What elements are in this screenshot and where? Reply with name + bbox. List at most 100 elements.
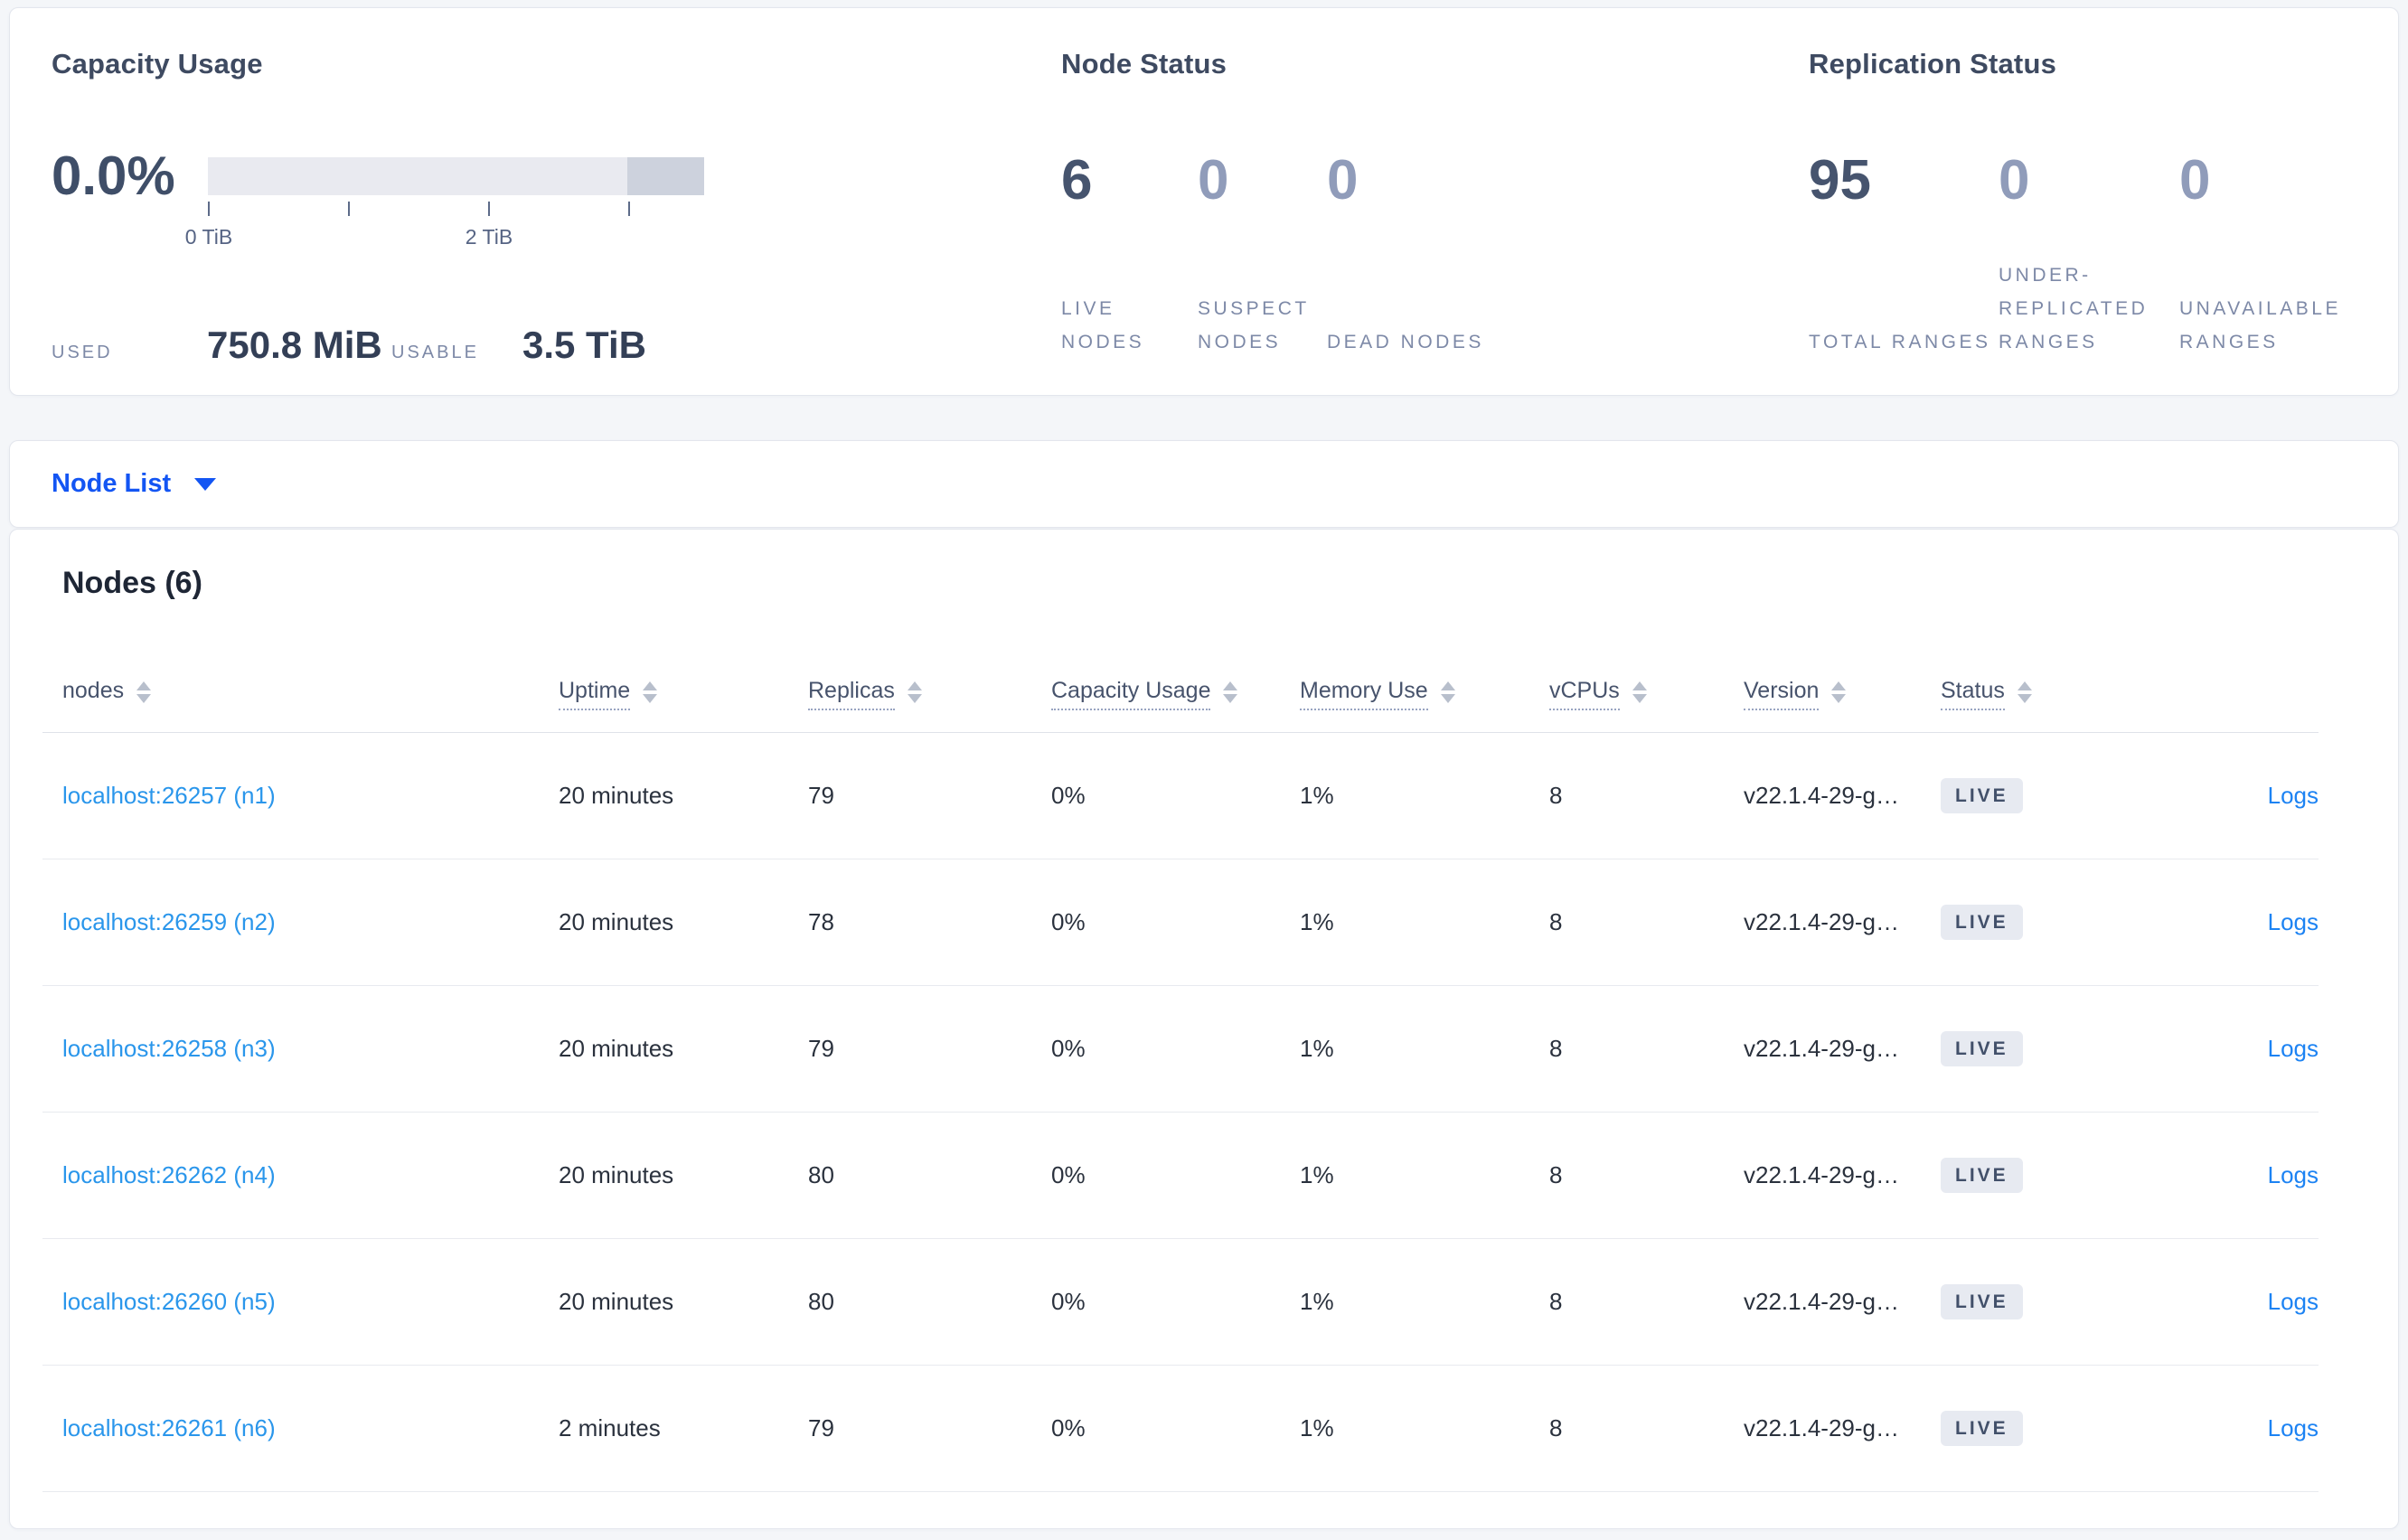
column-header-label: vCPUs bbox=[1549, 678, 1620, 710]
stat-value: 0 bbox=[1999, 149, 2030, 211]
capacity-percent: 0.0% bbox=[52, 146, 175, 206]
column-header-memory[interactable]: Memory Use bbox=[1300, 678, 1549, 710]
status-badge: LIVE bbox=[1941, 1411, 2023, 1446]
replication-status-title: Replication Status bbox=[1809, 48, 2057, 80]
column-header-label: nodes bbox=[62, 678, 125, 703]
column-header-label: Capacity Usage bbox=[1051, 678, 1211, 710]
memory-cell: 1% bbox=[1300, 782, 1334, 809]
node-link[interactable]: localhost:26260 (n5) bbox=[62, 1288, 559, 1316]
node-status-title: Node Status bbox=[1061, 48, 1228, 80]
uptime-cell: 20 minutes bbox=[559, 782, 674, 809]
capacity-bar-track bbox=[208, 157, 704, 195]
stat-column: 0 DEAD NODES bbox=[1327, 115, 1508, 359]
replicas-cell: 78 bbox=[808, 908, 834, 935]
node-link[interactable]: localhost:26259 (n2) bbox=[62, 908, 559, 936]
status-cell: LIVE bbox=[1941, 1284, 2116, 1319]
stat-label: TOTAL RANGES bbox=[1809, 332, 1991, 352]
status-badge: LIVE bbox=[1941, 1031, 2023, 1066]
capacity-tick bbox=[348, 202, 350, 216]
sort-icon bbox=[136, 681, 152, 703]
node-status-section: Node Status 6 LIVE NODES 0 SUSPECT NODES 0 DE… bbox=[1061, 8, 1495, 395]
column-header-capacity[interactable]: Capacity Usage bbox=[1051, 678, 1300, 710]
used-label: USED bbox=[52, 343, 113, 362]
status-badge: LIVE bbox=[1941, 778, 2023, 813]
nodes-panel: Nodes (6) nodes Uptime Replicas Capacity Us… bbox=[9, 529, 2399, 1529]
replicas-cell: 79 bbox=[808, 782, 834, 809]
table-body: localhost:26257 (n1) 20 minutes 79 0% 1% 8 v22… bbox=[42, 733, 2319, 1492]
version-cell: v22.1.4-29-g… bbox=[1744, 1035, 1899, 1062]
logs-cell: Logs bbox=[2116, 1288, 2319, 1316]
vcpus-cell: 8 bbox=[1549, 1288, 1563, 1315]
version-cell: v22.1.4-29-g… bbox=[1744, 1161, 1899, 1188]
table-row: localhost:26259 (n2) 20 minutes 78 0% 1% 8 v22… bbox=[42, 859, 2319, 986]
capacity-cell: 0% bbox=[1051, 1035, 1086, 1062]
logs-link[interactable]: Logs bbox=[2268, 1161, 2319, 1188]
capacity-usage-title: Capacity Usage bbox=[52, 48, 263, 80]
logs-link[interactable]: Logs bbox=[2268, 1414, 2319, 1441]
capacity-tick bbox=[208, 202, 210, 216]
column-header-vcpus[interactable]: vCPUs bbox=[1549, 678, 1744, 710]
column-header-label: Status bbox=[1941, 678, 2005, 710]
column-header-status[interactable]: Status bbox=[1941, 678, 2116, 710]
usable-label: USABLE bbox=[391, 343, 479, 362]
logs-link[interactable]: Logs bbox=[2268, 908, 2319, 935]
version-cell: v22.1.4-29-g… bbox=[1744, 1414, 1899, 1441]
stat-value: 95 bbox=[1809, 149, 1871, 211]
stat-value: 0 bbox=[1327, 149, 1359, 211]
capacity-usage-section: Capacity Usage 0.0% 0 TiB 2 TiB USED 750.… bbox=[52, 8, 757, 395]
stat-value: 6 bbox=[1061, 149, 1093, 211]
view-selector-dropdown[interactable]: Node List bbox=[52, 441, 217, 527]
view-selector-card: Node List bbox=[9, 440, 2399, 528]
status-cell: LIVE bbox=[1941, 1158, 2116, 1193]
replicas-cell: 79 bbox=[808, 1035, 834, 1062]
node-link[interactable]: localhost:26258 (n3) bbox=[62, 1035, 559, 1063]
status-badge: LIVE bbox=[1941, 1158, 2023, 1193]
version-cell: v22.1.4-29-g… bbox=[1744, 782, 1899, 809]
column-header-replicas[interactable]: Replicas bbox=[808, 678, 1051, 710]
uptime-cell: 20 minutes bbox=[559, 1035, 674, 1062]
replicas-cell: 79 bbox=[808, 1414, 834, 1441]
node-link[interactable]: localhost:26257 (n1) bbox=[62, 782, 559, 810]
version-cell: v22.1.4-29-g… bbox=[1744, 1288, 1899, 1315]
logs-link[interactable]: Logs bbox=[2268, 1035, 2319, 1062]
node-link[interactable]: localhost:26262 (n4) bbox=[62, 1161, 559, 1189]
view-selector-label: Node List bbox=[52, 469, 172, 498]
column-header-node[interactable]: nodes bbox=[62, 678, 559, 710]
logs-link[interactable]: Logs bbox=[2268, 1288, 2319, 1315]
sort-icon bbox=[2017, 681, 2032, 703]
logs-link[interactable]: Logs bbox=[2268, 782, 2319, 809]
replication-status-section: Replication Status 95 TOTAL RANGES 0 UNDER-… bbox=[1809, 8, 2387, 395]
capacity-tick-label: 0 TiB bbox=[184, 225, 233, 249]
column-header-label: Memory Use bbox=[1300, 678, 1428, 710]
logs-cell: Logs bbox=[2116, 908, 2319, 936]
vcpus-cell: 8 bbox=[1549, 1414, 1563, 1441]
column-header-label: Uptime bbox=[559, 678, 631, 710]
column-header-uptime[interactable]: Uptime bbox=[559, 678, 808, 710]
usable-value: 3.5 TiB bbox=[522, 324, 646, 366]
capacity-tick-label: 2 TiB bbox=[465, 225, 513, 249]
capacity-cell: 0% bbox=[1051, 1288, 1086, 1315]
column-header-label: Replicas bbox=[808, 678, 895, 710]
memory-cell: 1% bbox=[1300, 908, 1334, 935]
capacity-tick bbox=[488, 202, 490, 216]
table-row: localhost:26257 (n1) 20 minutes 79 0% 1% 8 v22… bbox=[42, 733, 2319, 859]
sort-icon bbox=[1831, 681, 1847, 703]
vcpus-cell: 8 bbox=[1549, 908, 1563, 935]
sort-icon bbox=[643, 681, 658, 703]
stat-label: UNAVAILABLE RANGES bbox=[2179, 298, 2341, 352]
node-link[interactable]: localhost:26261 (n6) bbox=[62, 1414, 559, 1442]
vcpus-cell: 8 bbox=[1549, 1161, 1563, 1188]
column-header-version[interactable]: Version bbox=[1744, 678, 1941, 710]
status-cell: LIVE bbox=[1941, 778, 2116, 813]
version-cell: v22.1.4-29-g… bbox=[1744, 908, 1899, 935]
table-row: localhost:26261 (n6) 2 minutes 79 0% 1% 8 v22.… bbox=[42, 1366, 2319, 1492]
capacity-tick bbox=[628, 202, 630, 216]
replicas-cell: 80 bbox=[808, 1288, 834, 1315]
stat-column: 0 UNDER-REPLICATED RANGES bbox=[1999, 115, 2179, 359]
stat-column: 95 TOTAL RANGES bbox=[1809, 115, 1999, 359]
status-cell: LIVE bbox=[1941, 1031, 2116, 1066]
logs-cell: Logs bbox=[2116, 1161, 2319, 1189]
uptime-cell: 20 minutes bbox=[559, 908, 674, 935]
table-row: localhost:26258 (n3) 20 minutes 79 0% 1% 8 v22… bbox=[42, 986, 2319, 1113]
stat-value: 0 bbox=[2179, 149, 2211, 211]
